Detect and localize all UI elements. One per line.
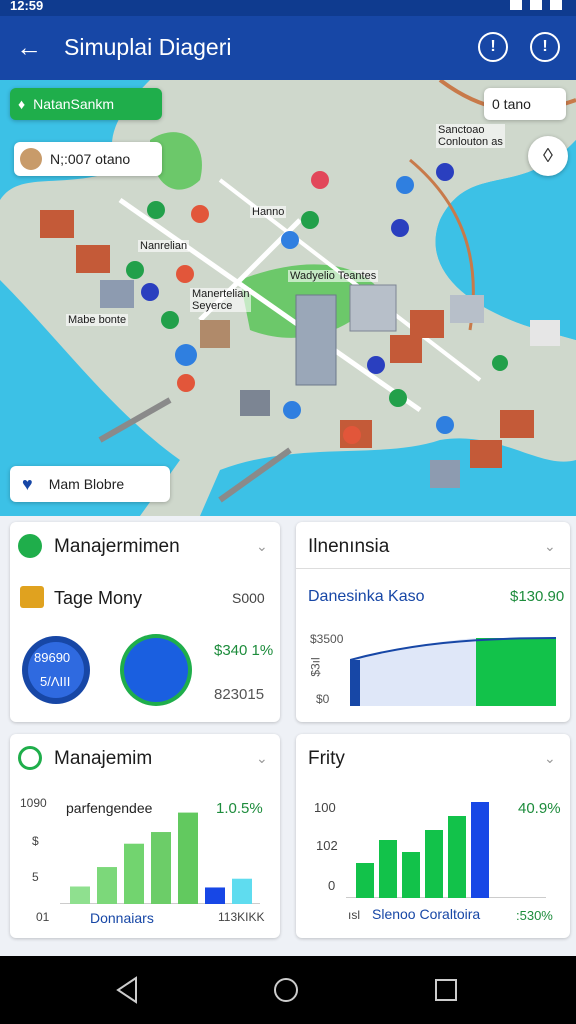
bar-4 <box>151 832 171 904</box>
status-time: 12:59 <box>10 0 44 13</box>
management-subtitle: Tage Mony <box>54 588 143 608</box>
x-label-right: :530% <box>516 908 553 923</box>
chevron-down-icon[interactable]: ⌄ <box>256 750 268 767</box>
map-footer-chip[interactable]: ♥ Mam Blobre <box>10 466 170 502</box>
management-subtitle-value: S000 <box>232 590 265 606</box>
location-chip-label: 0 tano <box>492 96 531 112</box>
heart-icon: ♥ <box>22 473 33 494</box>
chevron-down-icon[interactable]: ⌄ <box>544 750 556 767</box>
management-stat-2: 823015 <box>214 686 265 703</box>
user-chip-label: N;:007 otano <box>50 151 131 167</box>
bar-1 <box>70 886 90 904</box>
y-label: 1090 <box>20 796 47 810</box>
manajemim-title: Manajemim <box>54 748 153 769</box>
indonesia-area-chart <box>350 637 557 706</box>
map-label-west: Nanrelian <box>138 240 190 252</box>
bar-2 <box>379 840 397 898</box>
manajemim-card[interactable]: Manajemim ⌄ parfengendee 1.0.5% 1090 $ 5… <box>10 734 280 938</box>
x-label: Slenoo Coraltoira <box>372 906 481 922</box>
indonesia-subtitle: Danesinka Kaso <box>308 588 425 605</box>
map-badge[interactable]: ♦ NatanSankm <box>10 88 162 120</box>
page-title: Simuplai Diageri <box>64 34 232 60</box>
status-icons <box>510 0 562 10</box>
management-donuts <box>22 634 192 706</box>
avatar <box>20 148 42 170</box>
bar-5 <box>178 812 198 904</box>
bar-4 <box>425 830 443 898</box>
battery-icon <box>550 0 562 10</box>
system-nav-bar <box>0 956 576 1024</box>
recents-nav-icon[interactable] <box>430 974 462 1006</box>
app-bar: ← Simuplai Diageri ! ! <box>0 16 576 80</box>
management-card[interactable]: Manajermimen ⌄ Tage Mony S000 89690 5/ΛΙ… <box>10 522 280 722</box>
indonesia-card[interactable]: Ilnenınsia ⌄ Danesinka Kaso $130.90 $350… <box>296 522 570 722</box>
status-bar: 12:59 <box>0 0 576 16</box>
chevron-down-icon[interactable]: ⌄ <box>544 538 556 555</box>
map-badge-label: NatanSankm <box>33 96 115 112</box>
chat-icon <box>18 746 42 770</box>
map-label-district: Mabe bonte <box>66 314 129 326</box>
indonesia-title: Ilnenınsia <box>308 536 390 557</box>
management-title: Manajermimen <box>54 536 180 557</box>
frity-card[interactable]: Frity ⌄ 40.9% 100 102 0 ısl Slenoo Coral… <box>296 734 570 938</box>
x-label: Donnaiars <box>90 910 154 926</box>
donut-label-2: 5/ΛΙΙΙ <box>40 674 71 689</box>
donut-label-1: 89690 <box>34 650 71 665</box>
home-nav-icon[interactable] <box>270 974 302 1006</box>
user-chip[interactable]: N;:007 otano <box>14 142 162 176</box>
y-label: $ <box>32 834 39 848</box>
y-label: 0 <box>328 878 336 893</box>
bar-3 <box>124 843 144 904</box>
chevron-down-icon[interactable]: ⌄ <box>256 538 268 555</box>
bar-6 <box>471 802 489 898</box>
bar-3 <box>402 852 420 898</box>
avatar <box>18 534 42 558</box>
wallet-icon <box>20 586 44 608</box>
indonesia-y-top: $3500 <box>310 632 344 646</box>
map-label-park: Wadyelio Teantes <box>288 270 379 282</box>
bar-1 <box>356 863 374 898</box>
y-label: 5 <box>32 870 39 884</box>
x-label-left: 01 <box>36 910 50 924</box>
alert-icon[interactable]: ! <box>530 32 560 62</box>
management-stat-1: $340 1% <box>214 642 274 659</box>
indonesia-value: $130.90 <box>510 588 565 605</box>
x-label-left: ısl <box>348 908 360 922</box>
y-label: 102 <box>316 838 338 853</box>
indonesia-y-bottom: $0 <box>316 692 330 706</box>
bar-6 <box>205 887 225 904</box>
map-label-harbor: Hanno <box>250 206 287 218</box>
bar-2 <box>97 867 117 904</box>
map-logo-icon: ♦ <box>18 96 26 112</box>
wifi-icon <box>530 0 542 10</box>
x-label-right: 113KIKK <box>218 910 265 924</box>
city-map[interactable]: ♦ NatanSankm N;:007 otano 0 tano ◊ Sanct… <box>0 80 576 516</box>
back-nav-icon[interactable] <box>112 974 144 1006</box>
indonesia-y-axis: $3ıl <box>308 657 323 677</box>
frity-bar-chart <box>346 802 546 898</box>
map-label-central: Manertelian Seyerce <box>190 288 252 312</box>
y-label: 100 <box>314 800 336 815</box>
map-label-top-right: Sanctoao Conlouton as <box>436 124 505 148</box>
location-chip[interactable]: 0 tano <box>484 88 566 120</box>
divider <box>296 568 570 569</box>
layers-icon[interactable]: ◊ <box>528 136 568 176</box>
arrow-left-icon[interactable]: ← <box>14 34 44 62</box>
frity-title: Frity <box>308 748 345 769</box>
bar-5 <box>448 816 466 898</box>
map-footer-label: Mam Blobre <box>48 476 125 492</box>
signal-icon <box>510 0 522 10</box>
manajemim-bar-chart <box>60 812 260 904</box>
info-icon[interactable]: ! <box>478 32 508 62</box>
bar-7 <box>232 878 252 904</box>
